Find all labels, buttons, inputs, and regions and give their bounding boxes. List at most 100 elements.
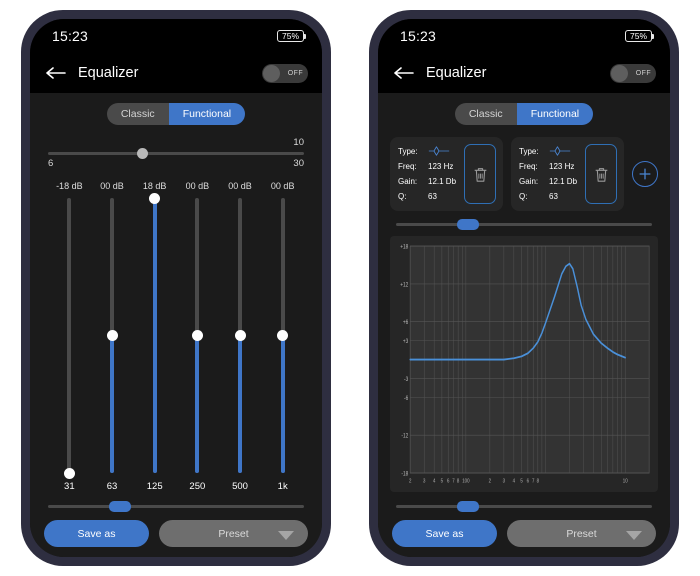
mode-segmented-control[interactable]: Classic Functional — [106, 103, 246, 125]
battery-indicator: 75% — [276, 29, 307, 43]
peak-filter-icon — [428, 145, 450, 156]
filter-position-slider[interactable] — [396, 219, 652, 230]
eq-band: 18 dB 125 — [133, 181, 176, 492]
mode-segmented-control[interactable]: Classic Functional — [454, 103, 594, 125]
filter-card[interactable]: Type: Freq: 123 Hz Gain: 12.1 Db Q: 63 — [390, 137, 503, 211]
save-as-button[interactable]: Save as — [44, 520, 149, 547]
svg-text:10: 10 — [623, 478, 628, 485]
filter-position-slider-thumb[interactable] — [456, 219, 479, 230]
screenshot-stage: 15:23 75% Equalizer OFF Classic Function… — [0, 0, 700, 576]
eq-band-thumb[interactable] — [149, 192, 161, 204]
filter-cards-row: Type: Freq: 123 Hz Gain: 12.1 Db Q: 63 Type: Fre… — [390, 137, 658, 211]
tab-classic[interactable]: Classic — [106, 103, 169, 125]
response-curve-svg: +18+12+6+3-3-6-12-182 3 4 5 6 7 8 100 2 3 4 5 6 7 8 10 — [400, 244, 650, 485]
filter-freq-label: Freq: — [519, 162, 538, 171]
frequency-response-graph: +18 +12 +6 +3 -3 -6 -12 -18 2 3 4 5 6 7 8 100 2 3 4 5 6 7 8 10 — [390, 236, 658, 492]
eq-band-slider[interactable] — [149, 192, 161, 473]
add-filter-button[interactable] — [632, 161, 658, 187]
eq-band-fill — [152, 198, 157, 473]
bands-count-value-row: 10 — [48, 137, 304, 148]
peak-filter-icon — [549, 145, 571, 156]
eq-band-slider[interactable] — [106, 198, 118, 473]
phone-right-screen: 15:23 75% Equalizer OFF Classic Function… — [378, 19, 670, 557]
bands-count-slider[interactable] — [48, 148, 304, 159]
delete-filter-button[interactable] — [464, 144, 496, 204]
delete-filter-button[interactable] — [585, 144, 617, 204]
trash-icon — [595, 167, 607, 182]
tab-functional[interactable]: Functional — [168, 103, 246, 125]
toggle-label: OFF — [635, 69, 651, 77]
left-content: Classic Functional 10 6 30 -18 dB3100 — [30, 93, 322, 557]
svg-text:5: 5 — [520, 478, 523, 485]
svg-text:+18: +18 — [400, 244, 408, 251]
tab-classic[interactable]: Classic — [454, 103, 517, 125]
filter-card-fields: Type: Freq: 123 Hz Gain: 12.1 Db Q: 63 — [519, 144, 580, 204]
svg-text:5: 5 — [441, 478, 444, 485]
svg-text:100: 100 — [462, 478, 469, 485]
filter-gain-value: 12.1 Db — [428, 177, 457, 186]
eq-band-db-label: 00 dB — [185, 181, 210, 191]
eq-band-freq-label: 31 — [64, 481, 75, 492]
svg-text:-12: -12 — [401, 433, 408, 440]
left-bottom-slider-block — [42, 501, 310, 512]
eq-band-slider[interactable] — [234, 198, 246, 473]
left-action-row: Save as Preset — [42, 520, 310, 547]
preset-label: Preset — [566, 527, 597, 540]
equalizer-power-toggle[interactable]: OFF — [610, 63, 656, 83]
preamp-slider-thumb[interactable] — [456, 501, 479, 512]
bands-count-slider-block: 10 6 30 — [42, 137, 310, 169]
preamp-slider[interactable] — [396, 501, 652, 512]
filter-q-label: Q: — [398, 192, 407, 201]
equalizer-bands: -18 dB 31 00 dB 63 18 dB 125 00 dB 250 00 dB 500 0… — [42, 181, 310, 492]
save-as-button[interactable]: Save as — [392, 520, 497, 547]
right-content: Classic Functional Type: Freq: 123 Hz Gain:… — [378, 93, 670, 557]
eq-band-slider[interactable] — [191, 198, 203, 473]
eq-band: -18 dB 31 — [48, 181, 91, 492]
filter-card[interactable]: Type: Freq: 123 Hz Gain: 12.1 Db Q: 63 — [511, 137, 624, 211]
filter-q-label: Q: — [519, 192, 528, 201]
bands-count-min: 6 — [48, 158, 54, 169]
toggle-label: OFF — [287, 69, 303, 77]
eq-band-thumb[interactable] — [234, 330, 246, 341]
eq-band-db-label: 18 dB — [142, 181, 167, 191]
svg-text:8: 8 — [537, 478, 540, 485]
preset-dropdown[interactable]: Preset — [159, 520, 308, 547]
tab-functional[interactable]: Functional — [516, 103, 594, 125]
arrow-left-icon[interactable] — [46, 66, 66, 80]
svg-text:3: 3 — [423, 478, 426, 485]
eq-band: 00 dB 250 — [176, 181, 219, 492]
eq-band-freq-label: 250 — [189, 481, 206, 492]
preamp-slider-thumb[interactable] — [108, 501, 131, 512]
filter-type-icon[interactable] — [428, 145, 450, 159]
eq-band-fill — [195, 335, 200, 473]
eq-band-thumb[interactable] — [277, 330, 289, 341]
eq-band-slider[interactable] — [63, 198, 75, 479]
status-clock: 15:23 — [400, 28, 437, 44]
eq-band-thumb[interactable] — [63, 467, 75, 479]
eq-band-slider[interactable] — [277, 198, 289, 473]
status-clock: 15:23 — [52, 28, 89, 44]
filter-q-value: 63 — [549, 192, 558, 201]
arrow-left-icon[interactable] — [394, 66, 414, 80]
filter-freq-value: 123 Hz — [549, 162, 575, 171]
equalizer-power-toggle[interactable]: OFF — [262, 63, 308, 83]
filter-gain-label: Gain: — [398, 177, 418, 186]
svg-text:-18: -18 — [401, 471, 408, 478]
preset-dropdown[interactable]: Preset — [507, 520, 656, 547]
battery-indicator: 75% — [624, 29, 655, 43]
preamp-slider[interactable] — [48, 501, 304, 512]
eq-band-fill — [238, 335, 243, 473]
filter-type-icon[interactable] — [549, 145, 571, 159]
svg-text:2: 2 — [489, 478, 492, 485]
eq-band-freq-label: 63 — [106, 481, 118, 492]
eq-band: 00 dB 1k — [261, 181, 304, 492]
eq-band-db-label: 00 dB — [100, 181, 124, 191]
svg-text:7: 7 — [532, 478, 535, 485]
filter-q-value: 63 — [428, 192, 437, 201]
right-action-row: Save as Preset — [390, 520, 658, 547]
status-bar: 15:23 75% — [378, 19, 670, 53]
eq-band-thumb[interactable] — [106, 330, 118, 341]
eq-band-thumb[interactable] — [191, 330, 203, 341]
filter-freq-label: Freq: — [398, 162, 417, 171]
phone-left-screen: 15:23 75% Equalizer OFF Classic Function… — [30, 19, 322, 557]
